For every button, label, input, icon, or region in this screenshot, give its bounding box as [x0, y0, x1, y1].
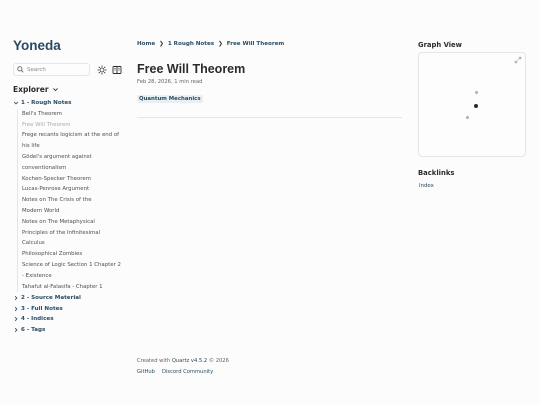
explorer-title: Explorer	[13, 85, 49, 94]
chevron-down-icon	[52, 88, 58, 92]
file-link[interactable]: Frege recants logicism at the end of his…	[22, 130, 126, 152]
footer-created-prefix: Created with	[137, 358, 171, 364]
file-link[interactable]: Gödel's argument against conventionalism	[22, 152, 102, 174]
file-link[interactable]: Kochen-Specker Theorem	[22, 174, 126, 185]
footer-copyright: © 2026	[208, 358, 229, 364]
page-title: Free Will Theorem	[137, 62, 246, 76]
meta-separator: ,	[170, 79, 173, 85]
graph-view[interactable]	[418, 52, 526, 157]
page-meta: Feb 28, 2026, 1 min read	[137, 79, 202, 85]
page-read-time: 1 min read	[174, 79, 203, 85]
chevron-right-icon	[14, 306, 18, 311]
reader-mode-button[interactable]	[111, 64, 122, 75]
footer-credit: Created with Quartz v4.5.2 © 2026	[137, 358, 229, 364]
graph-title: Graph View	[418, 41, 462, 49]
folder-label: 3 - Full Notes	[21, 305, 63, 312]
search-bar[interactable]: Search	[13, 63, 90, 76]
file-link[interactable]: Notes on The Metaphysical Principles of …	[22, 217, 106, 249]
breadcrumb-separator: ❯	[218, 41, 223, 47]
expand-icon[interactable]	[514, 56, 522, 64]
folder-indices[interactable]: 4 - Indices	[13, 314, 128, 325]
page-date: Feb 28, 2026	[137, 79, 171, 85]
breadcrumb-separator: ❯	[159, 41, 164, 47]
chevron-right-icon	[14, 295, 18, 300]
folder-tags[interactable]: 6 - Tags	[13, 325, 128, 336]
graph-node-current[interactable]	[474, 104, 478, 108]
graph-node[interactable]	[466, 116, 469, 119]
sun-icon	[97, 65, 106, 74]
file-link[interactable]: Science of Logic Section 1 Chapter 2 - E…	[22, 260, 124, 282]
folder-rough-notes[interactable]: 1 - Rough Notes	[13, 98, 128, 109]
folder-label: 4 - Indices	[21, 316, 54, 323]
explorer-toggle[interactable]: Explorer	[13, 85, 59, 94]
file-link[interactable]: Lucas-Penrose Argument	[22, 184, 126, 195]
search-placeholder: Search	[27, 66, 46, 73]
github-link[interactable]: GitHub	[137, 369, 155, 375]
footer-links: GitHub Discord Community	[137, 369, 213, 375]
site-title[interactable]: Yoneda	[13, 38, 61, 53]
breadcrumb: Home ❯ 1 Rough Notes ❯ Free Will Theorem	[137, 41, 284, 47]
quartz-link[interactable]: Quartz v4.5.2	[172, 358, 207, 364]
chevron-right-icon	[14, 328, 18, 333]
folder-label: 1 - Rough Notes	[21, 100, 72, 107]
graph-node[interactable]	[475, 91, 478, 94]
folder-full-notes[interactable]: 3 - Full Notes	[13, 303, 128, 314]
breadcrumb-folder[interactable]: 1 Rough Notes	[168, 41, 214, 47]
folder-source-material[interactable]: 2 - Source Material	[13, 292, 128, 303]
file-link[interactable]: Tahafut al-Falasifa - Chapter 1	[22, 282, 126, 293]
book-icon	[112, 65, 121, 74]
search-icon	[17, 66, 24, 73]
backlink-item[interactable]: Index	[419, 183, 434, 189]
tag-link[interactable]: Quantum Mechanics	[137, 95, 203, 103]
discord-link[interactable]: Discord Community	[162, 369, 213, 375]
folder-label: 2 - Source Material	[21, 294, 81, 301]
file-link[interactable]: Philosophical Zombies	[22, 249, 126, 260]
file-link[interactable]: Notes on The Crisis of the Modern World	[22, 195, 104, 217]
theme-toggle-button[interactable]	[96, 64, 107, 75]
backlinks-title: Backlinks	[418, 169, 455, 177]
explorer-tree: 1 - Rough Notes Bell's Theorem Free Will…	[13, 98, 128, 336]
content-divider	[137, 117, 402, 118]
chevron-down-icon	[13, 102, 19, 105]
chevron-right-icon	[14, 317, 18, 322]
breadcrumb-home[interactable]: Home	[137, 41, 155, 47]
file-link-active[interactable]: Free Will Theorem	[22, 120, 126, 131]
file-link[interactable]: Bell's Theorem	[22, 109, 126, 120]
folder-children: Bell's Theorem Free Will Theorem Frege r…	[17, 108, 128, 293]
breadcrumb-current[interactable]: Free Will Theorem	[227, 41, 284, 47]
folder-label: 6 - Tags	[21, 327, 46, 334]
